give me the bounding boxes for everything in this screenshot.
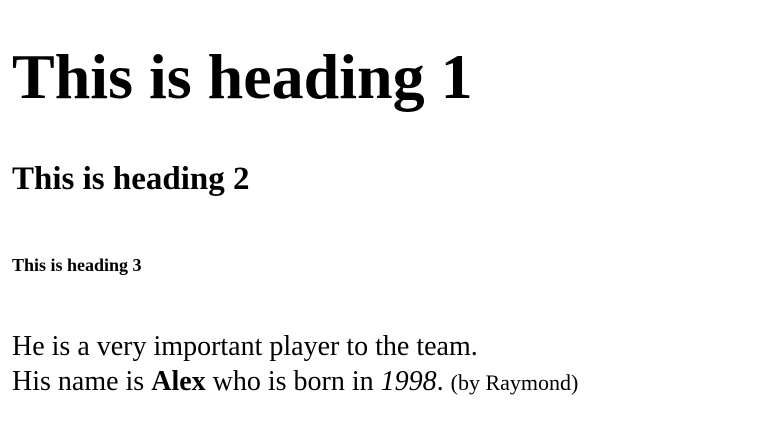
player-paragraph: He is a very important player to the tea… xyxy=(12,329,578,400)
paragraph-line-1: He is a very important player to the tea… xyxy=(12,331,478,362)
paragraph-line-2: His name is Alex who is born in 1998. (b… xyxy=(12,364,578,400)
heading-1: This is heading 1 xyxy=(12,41,473,112)
heading-3: This is heading 3 xyxy=(12,255,142,275)
line-2-middle: who is born in xyxy=(205,366,381,397)
heading-2: This is heading 2 xyxy=(12,161,250,197)
author-credit: (by Raymond) xyxy=(450,370,579,395)
birth-year: 1998 xyxy=(380,366,437,397)
line-2-period: . xyxy=(436,366,451,397)
line-2-prefix: His name is xyxy=(12,366,152,397)
player-name: Alex xyxy=(151,366,206,397)
